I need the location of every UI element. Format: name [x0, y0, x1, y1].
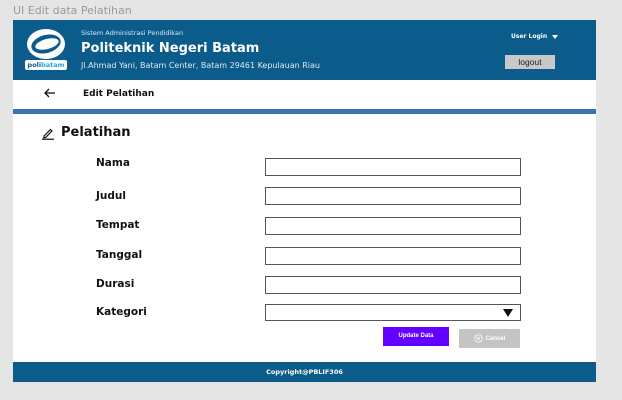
section-heading: Pelatihan: [41, 125, 131, 140]
sub-header: Edit Pelatihan: [13, 80, 596, 109]
dropdown-triangle-icon: [503, 309, 513, 317]
section-title: Pelatihan: [61, 125, 131, 140]
accent-divider: [13, 109, 596, 114]
header: polibatam Sistem Administrasi Pendidikan…: [13, 20, 596, 80]
footer: Copyright@PBLIF306: [13, 362, 596, 382]
tempat-input[interactable]: [265, 217, 521, 235]
polibatam-logo: polibatam: [25, 29, 67, 71]
logo-text-batam: batam: [41, 61, 65, 69]
update-data-button[interactable]: Update Data: [383, 327, 449, 346]
system-name: Sistem Administrasi Pendidikan: [81, 29, 184, 37]
kategori-select[interactable]: [265, 304, 521, 321]
cancel-button[interactable]: Cancel: [459, 329, 520, 348]
cancel-label: Cancel: [485, 335, 506, 342]
label-kategori: Kategori: [96, 306, 147, 318]
nama-input[interactable]: [265, 158, 521, 176]
tanggal-input[interactable]: [265, 247, 521, 265]
label-judul: Judul: [96, 190, 126, 202]
logout-button[interactable]: logout: [505, 55, 555, 69]
user-login-label: User Login: [511, 33, 548, 40]
app-window: polibatam Sistem Administrasi Pendidikan…: [13, 20, 596, 382]
pencil-icon: [42, 128, 54, 140]
user-login-menu[interactable]: User Login: [511, 33, 559, 40]
school-name: Politeknik Negeri Batam: [81, 41, 260, 56]
label-durasi: Durasi: [96, 278, 135, 290]
frame-label: UI Edit data Pelatihan: [13, 4, 132, 17]
label-tanggal: Tanggal: [96, 249, 143, 261]
back-arrow-icon[interactable]: [43, 86, 57, 100]
logo-text-poli: poli: [27, 61, 42, 69]
page-title: Edit Pelatihan: [83, 89, 155, 99]
caret-down-icon: [552, 34, 559, 39]
label-tempat: Tempat: [96, 219, 140, 231]
label-nama: Nama: [96, 157, 130, 169]
durasi-input[interactable]: [265, 276, 521, 294]
cancel-x-icon: [473, 334, 483, 343]
judul-input[interactable]: [265, 187, 521, 205]
school-address: Jl.Ahmad Yani, Batam Center, Batam 29461…: [81, 61, 320, 70]
